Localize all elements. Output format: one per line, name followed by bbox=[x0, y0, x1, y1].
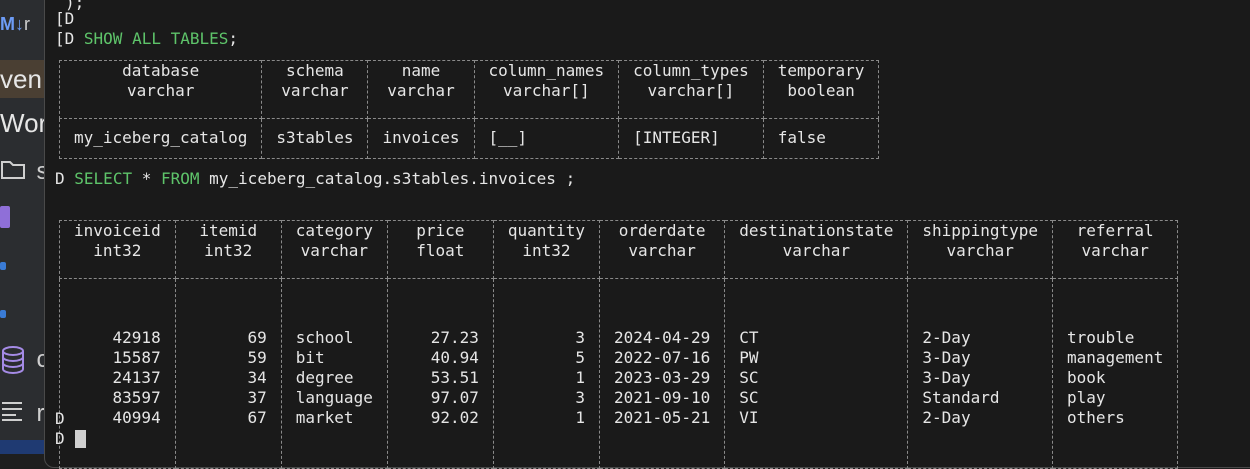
markdown-file-item[interactable]: M↓r bbox=[0, 14, 30, 35]
table-cell: [__] bbox=[473, 118, 620, 159]
select-result: invoiceid int32 itemid int32 category varch… bbox=[59, 220, 1179, 469]
column-header: category varchar bbox=[280, 220, 388, 279]
database-item[interactable]: c bbox=[0, 346, 48, 379]
column-header: price float bbox=[386, 220, 494, 279]
sidebar-item-label: Wor bbox=[0, 108, 48, 138]
column-cells-quantity: 35131 bbox=[492, 278, 600, 469]
sql-keyword: SELECT bbox=[74, 169, 133, 188]
text-lines-icon bbox=[2, 402, 22, 421]
active-prompt[interactable]: D bbox=[55, 429, 65, 449]
command-select: D SELECT * FROM my_iceberg_catalog.s3tab… bbox=[55, 169, 575, 189]
show-tables-result: database varchar schema varchar name varcha… bbox=[58, 60, 880, 159]
table-cell: [INTEGER] bbox=[618, 118, 764, 159]
column-header: orderdate varchar bbox=[598, 220, 726, 279]
column-header: name varchar bbox=[367, 60, 475, 119]
command-show-tables: [D SHOW ALL TABLES; bbox=[55, 29, 238, 49]
column-cells-price: 27.23 40.94 53.51 97.07 92.02 bbox=[386, 278, 494, 469]
column-header: quantity int32 bbox=[492, 220, 600, 279]
sidebar-item-wor[interactable]: Wor bbox=[0, 108, 47, 139]
column-header: database varchar bbox=[58, 60, 263, 119]
sql-keyword: SHOW ALL TABLES bbox=[83, 29, 229, 48]
markdown-icon: M↓ bbox=[0, 14, 24, 34]
file-icon bbox=[0, 206, 10, 228]
column-header: schema varchar bbox=[261, 60, 369, 119]
column-header: itemid int32 bbox=[174, 220, 282, 279]
column-cells-orderdate: 2024-04-29 2022-07-16 2023-03-29 2021-09-10… bbox=[598, 278, 726, 469]
markdown-file-label: r bbox=[24, 14, 30, 34]
sql-text: * bbox=[132, 169, 161, 188]
database-icon bbox=[2, 346, 24, 374]
folder-item[interactable]: s bbox=[0, 158, 48, 186]
column-header: destinationstate varchar bbox=[724, 220, 909, 279]
table-header-row: invoiceid int32 itemid int32 category varch… bbox=[59, 220, 1179, 279]
prompt-line: [D bbox=[55, 9, 75, 28]
sql-keyword: FROM bbox=[160, 169, 200, 188]
column-cells-referral: trouble management book play others bbox=[1051, 278, 1179, 469]
table-cell: invoices bbox=[367, 118, 475, 159]
prompt-line: D bbox=[55, 409, 65, 428]
column-cells-shippingtype: 2-Day 3-Day 3-Day Standard 2-Day bbox=[907, 278, 1053, 469]
column-header: invoiceid int32 bbox=[59, 220, 176, 279]
document-item[interactable]: r bbox=[0, 400, 44, 428]
table-cell: s3tables bbox=[261, 118, 369, 159]
prompt-text: D bbox=[55, 169, 65, 188]
table-cell: false bbox=[762, 118, 880, 159]
table-body: 42918 15587 24137 83597 40994 69 59 34 37 67 sch… bbox=[59, 278, 1179, 469]
table-header-row: database varchar schema varchar name varcha… bbox=[58, 60, 880, 119]
column-cells-category: school bit degree language market bbox=[280, 278, 388, 469]
folder-icon bbox=[1, 161, 25, 179]
bullet-icon bbox=[0, 262, 6, 270]
column-header: column_names varchar[] bbox=[473, 60, 620, 119]
column-header: shippingtype varchar bbox=[907, 220, 1053, 279]
terminal-window[interactable]: ); [D [D SHOW ALL TABLES; database varcha… bbox=[44, 0, 1250, 469]
prompt-text: [D bbox=[55, 29, 75, 48]
table-row: my_iceberg_catalog s3tables invoices [__… bbox=[58, 118, 880, 159]
bullet-icon bbox=[0, 310, 6, 318]
sidebar-item-label: ven bbox=[0, 64, 42, 94]
sql-suffix: ; bbox=[228, 29, 239, 48]
table-cell: my_iceberg_catalog bbox=[58, 118, 263, 159]
column-header: column_types varchar[] bbox=[618, 60, 764, 119]
column-cells-itemid: 69 59 34 37 67 bbox=[174, 278, 282, 469]
column-header: temporary boolean bbox=[762, 60, 880, 119]
sql-text: my_iceberg_catalog.s3tables.invoices ; bbox=[199, 169, 576, 188]
column-cells-destinationstate: CT PW SC SC VI bbox=[724, 278, 909, 469]
text-cursor bbox=[75, 430, 86, 448]
column-header: referral varchar bbox=[1051, 220, 1179, 279]
